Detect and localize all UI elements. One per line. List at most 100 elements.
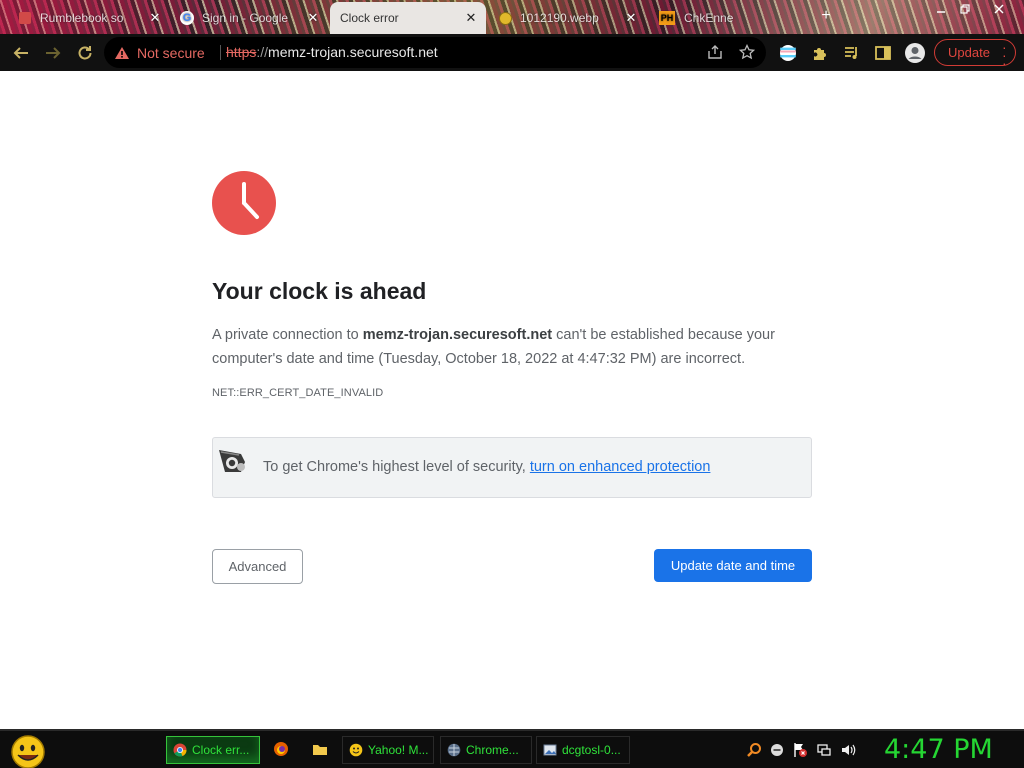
- close-icon[interactable]: ✕: [148, 10, 162, 26]
- smiley-icon: [349, 743, 363, 757]
- action-center-button[interactable]: [792, 742, 808, 758]
- tab-title: Rumblebook so: [40, 11, 124, 25]
- page-title: Your clock is ahead: [212, 278, 427, 304]
- side-panel-icon: [875, 46, 891, 60]
- url-text[interactable]: https://memz-trojan.securesoft.net: [226, 37, 438, 68]
- smiley-start-icon: [11, 735, 45, 768]
- main-message: A private connection to memz-trojan.secu…: [212, 323, 812, 371]
- address-bar[interactable]: Not secure https://memz-trojan.securesof…: [104, 37, 766, 68]
- maximize-button[interactable]: [950, 0, 980, 18]
- tab-rumblebook[interactable]: Rumblebook so ✕: [10, 2, 170, 34]
- enhanced-protection-banner: To get Chrome's highest level of securit…: [212, 437, 812, 498]
- tab-clock-error[interactable]: Clock error ✕: [330, 2, 486, 34]
- chrome-icon: [173, 743, 187, 757]
- search-tray-button[interactable]: [746, 742, 762, 758]
- share-button[interactable]: [702, 39, 728, 65]
- tab-title: Sign in - Google: [202, 11, 289, 25]
- error-code: NET::ERR_CERT_DATE_INVALID: [212, 387, 384, 399]
- start-button[interactable]: [8, 733, 48, 768]
- reload-icon: [78, 46, 92, 60]
- update-date-time-button[interactable]: Update date and time: [654, 549, 812, 582]
- folder-icon: [313, 745, 327, 755]
- bookmark-button[interactable]: [734, 39, 760, 65]
- flag-alert-icon: [794, 743, 807, 757]
- flag-icon: [780, 45, 796, 61]
- flag-extension-button[interactable]: [775, 40, 801, 66]
- firefox-icon: [274, 742, 288, 756]
- tab-title: Clock error: [340, 11, 399, 25]
- playlist-icon: [845, 47, 857, 59]
- status-tray-button[interactable]: [769, 742, 785, 758]
- minimize-icon: [937, 11, 945, 13]
- task-label: dcgtosl-0...: [562, 743, 621, 757]
- advanced-button[interactable]: Advanced: [212, 549, 303, 584]
- ph-icon: PH: [659, 11, 675, 25]
- task-image-viewer[interactable]: dcgtosl-0...: [536, 736, 630, 764]
- close-icon[interactable]: ✕: [624, 10, 638, 26]
- system-clock[interactable]: 4:47 PM: [884, 734, 993, 765]
- extensions-button[interactable]: [807, 40, 833, 66]
- speaker-icon: [842, 744, 856, 756]
- reload-button[interactable]: [72, 40, 98, 66]
- update-label: Update: [948, 45, 990, 60]
- not-secure-label: Not secure: [137, 44, 205, 61]
- url-separator: ://: [256, 44, 269, 60]
- network-icon: [817, 744, 831, 756]
- restore-icon: [960, 4, 970, 14]
- share-icon: [708, 45, 722, 59]
- puzzle-icon: [814, 48, 826, 60]
- doc-icon: [18, 11, 32, 25]
- google-icon: G: [180, 11, 194, 25]
- task-chrome[interactable]: Chrome...: [440, 736, 532, 764]
- star-icon: [739, 44, 755, 60]
- clock-icon: [212, 171, 276, 235]
- url-scheme: https: [226, 44, 257, 60]
- volume-tray-button[interactable]: [840, 742, 856, 758]
- tab-ph[interactable]: PH ChkEnne: [650, 2, 810, 34]
- enhanced-protection-link[interactable]: turn on enhanced protection: [530, 459, 711, 475]
- browser-toolbar: Not secure https://memz-trojan.securesof…: [0, 34, 1024, 71]
- media-control-button[interactable]: [839, 40, 865, 66]
- task-label: Yahoo! M...: [368, 743, 429, 757]
- tab-google-sign-in[interactable]: G Sign in - Google ✕: [172, 2, 328, 34]
- enhanced-protection-message: To get Chrome's highest level of securit…: [263, 459, 530, 475]
- close-window-button[interactable]: [984, 0, 1014, 18]
- back-button[interactable]: [8, 40, 34, 66]
- task-clock-error[interactable]: Clock err...: [166, 736, 260, 764]
- task-label: Clock err...: [192, 743, 250, 757]
- profile-button[interactable]: [902, 40, 928, 66]
- tab-webp-image[interactable]: 1012190.webp ✕: [490, 2, 646, 34]
- menu-icon[interactable]: · · ·: [1002, 40, 1007, 70]
- tab-title: 1012190.webp: [520, 11, 599, 25]
- image-icon: [543, 743, 557, 757]
- forward-button[interactable]: [40, 40, 66, 66]
- security-chip[interactable]: Not secure: [114, 37, 205, 68]
- folder-launcher[interactable]: [311, 740, 329, 758]
- message-prefix: A private connection to: [212, 327, 363, 343]
- divider: [220, 45, 221, 60]
- new-tab-button[interactable]: +: [816, 6, 836, 26]
- firefox-launcher[interactable]: [272, 740, 290, 758]
- close-icon[interactable]: ✕: [306, 10, 320, 26]
- coin-icon: [498, 11, 512, 25]
- task-yahoo-mail[interactable]: Yahoo! M...: [342, 736, 434, 764]
- close-icon: [994, 4, 1004, 14]
- message-host: memz-trojan.securesoft.net: [362, 327, 553, 343]
- task-label: Chrome...: [466, 743, 519, 757]
- search-icon: [747, 743, 761, 757]
- warning-icon: [115, 46, 129, 59]
- side-panel-button[interactable]: [870, 40, 896, 66]
- url-host: memz-trojan.securesoft.net: [268, 44, 438, 60]
- avatar-icon: [905, 43, 925, 63]
- arrow-right-icon: [46, 47, 61, 59]
- globe-icon: [447, 743, 461, 757]
- enhanced-protection-text: To get Chrome's highest level of securit…: [263, 459, 710, 475]
- taskbar: Clock err... Yahoo! M... Chrome... dcgto…: [0, 729, 1024, 768]
- update-button[interactable]: Update · · ·: [934, 39, 1016, 70]
- tab-title: ChkEnne: [684, 11, 734, 25]
- safe-browsing-icon: [219, 450, 245, 472]
- tab-strip: Rumblebook so ✕ G Sign in - Google ✕ Clo…: [0, 0, 1024, 34]
- network-tray-button[interactable]: [816, 742, 832, 758]
- close-icon[interactable]: ✕: [464, 10, 478, 26]
- arrow-left-icon: [13, 47, 28, 59]
